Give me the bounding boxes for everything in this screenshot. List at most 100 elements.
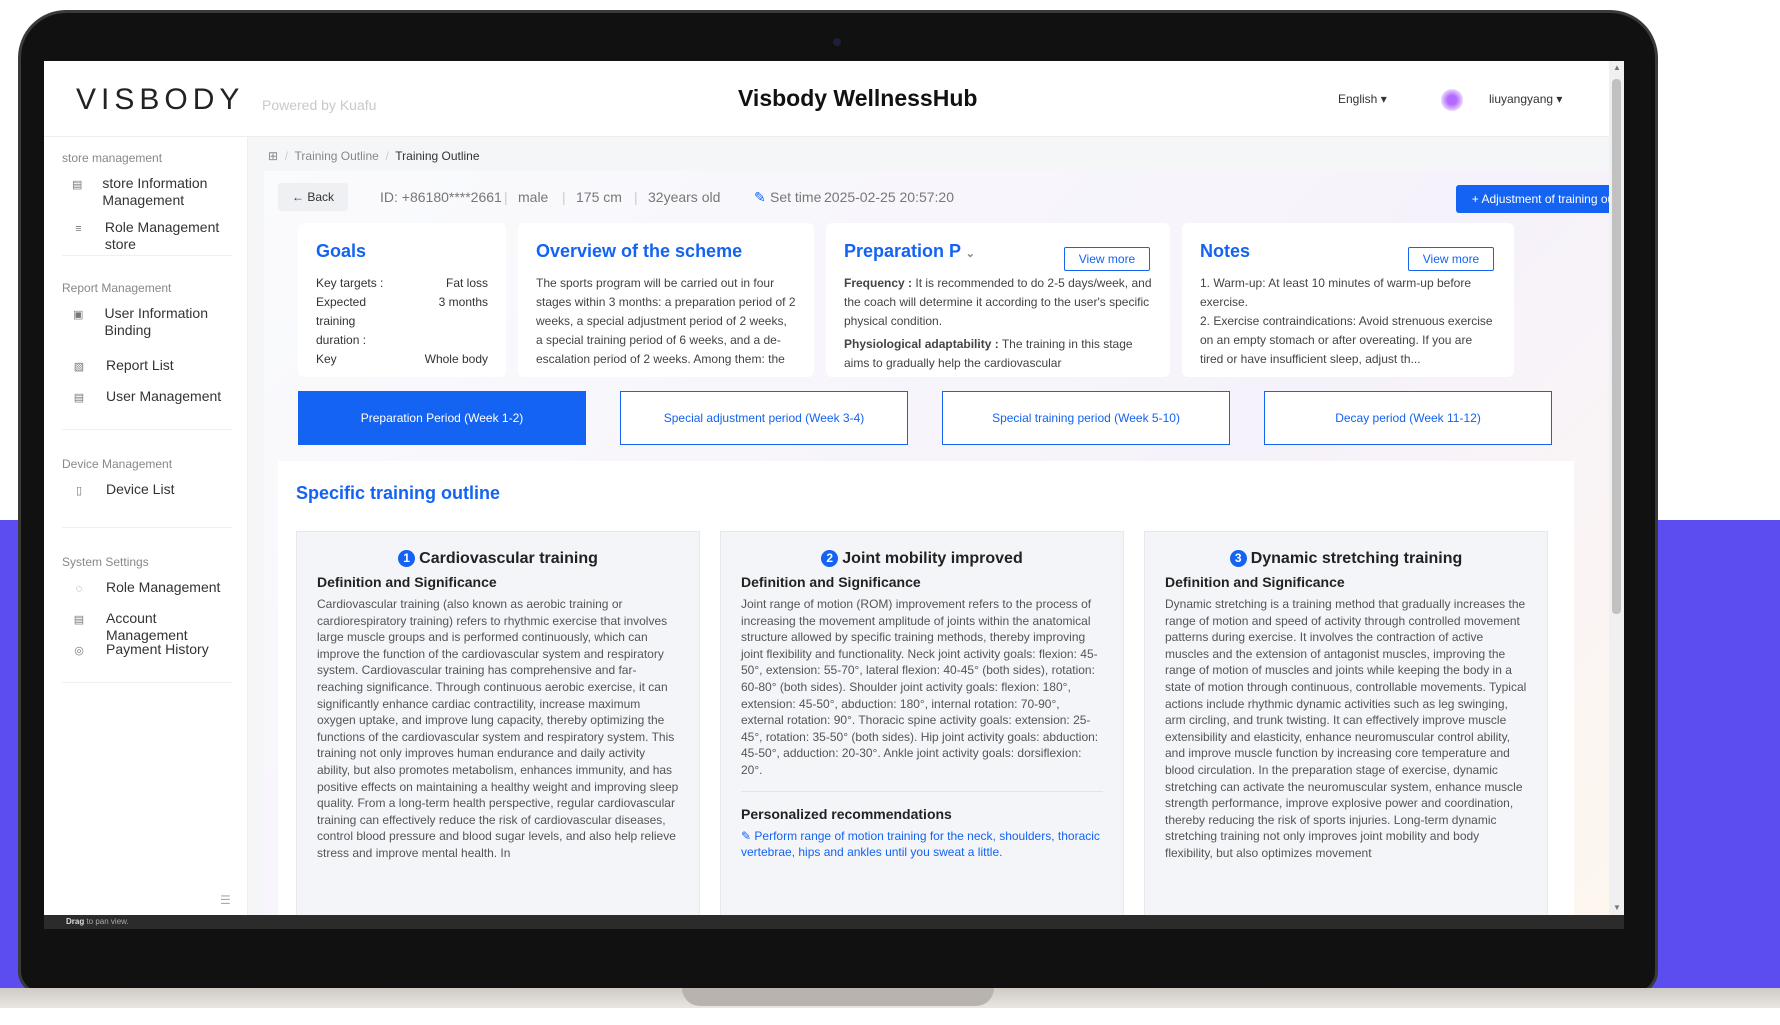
training-card-joint-mobility: 2 Joint mobility improved Definition and … [720, 531, 1124, 915]
sidebar-divider [62, 255, 232, 256]
sidebar-group-title: Report Management [62, 281, 172, 295]
main-content: ← Back ID: +86180****2661 | male | 175 c… [264, 171, 1624, 915]
training-card-cardiovascular: 1 Cardiovascular training Definition and … [296, 531, 700, 915]
definition-text: Joint range of motion (ROM) improvement … [741, 597, 1099, 777]
training-card-dynamic-stretching: 3 Dynamic stretching training Definition … [1144, 531, 1548, 915]
store-icon: ▤ [72, 179, 83, 191]
back-button[interactable]: ← Back [278, 183, 348, 211]
binding-icon: ▣ [73, 309, 84, 321]
powered-by: Powered by Kuafu [262, 97, 377, 113]
sidebar-item-label: Device List [106, 481, 175, 497]
overview-card: Overview of the scheme The sports progra… [518, 223, 814, 377]
sidebar-item-store-information[interactable]: ▤ store Information Management [72, 175, 242, 209]
definition-text: Cardiovascular training (also known as a… [317, 597, 679, 860]
overview-title: Overview of the scheme [536, 241, 743, 261]
training-card-title: 3 Dynamic stretching training [1165, 550, 1527, 568]
goal-key: Key [316, 352, 337, 366]
overview-text: The sports program will be carried out i… [536, 276, 796, 366]
goal-value: Whole body [424, 352, 488, 366]
goals-title: Goals [316, 241, 367, 261]
definition-heading: Definition and Significance [317, 574, 497, 590]
report-icon: ▧ [73, 361, 85, 373]
breadcrumb-parent[interactable]: Training Outline [295, 149, 379, 163]
collapse-sidebar-icon[interactable]: ☰ [220, 893, 231, 907]
adjust-training-outline-button[interactable]: + Adjustment of training outline [1456, 185, 1624, 213]
training-outline-section: Specific training outline 1 Cardiovascula… [278, 461, 1574, 915]
number-badge: 3 [1229, 550, 1247, 567]
breadcrumb-separator: / [284, 149, 289, 163]
tab-special-training-period[interactable]: Special training period (Week 5-10) [942, 391, 1230, 445]
chevron-down-icon[interactable]: ⌄ [966, 248, 975, 260]
sidebar-item-account-management[interactable]: ▤ Account Management [72, 610, 242, 644]
scrollbar-thumb[interactable] [1612, 79, 1621, 614]
number-badge: 2 [821, 550, 839, 567]
tab-preparation-period[interactable]: Preparation Period (Week 1-2) [298, 391, 586, 445]
sidebar-item-label: Report List [106, 357, 174, 373]
user-menu[interactable]: liuyangyang ▾ [1489, 92, 1562, 106]
sidebar-item-device-list[interactable]: ▯ Device List [72, 481, 242, 500]
training-card-title: 2 Joint mobility improved [741, 550, 1103, 568]
scroll-down-icon[interactable]: ▼ [1613, 903, 1621, 912]
laptop-notch [682, 988, 994, 1006]
role-icon: ≡ [75, 223, 82, 235]
sidebar-item-label: Payment History [106, 641, 209, 657]
app-header: VISBODY Powered by Kuafu Visbody Wellnes… [44, 61, 1609, 137]
view-more-button[interactable]: View more [1064, 247, 1150, 271]
app-title: Visbody WellnessHub [738, 85, 978, 111]
scroll-up-icon[interactable]: ▲ [1613, 63, 1621, 72]
physiological-text: Physiological adaptability : The trainin… [844, 335, 1152, 373]
user-id: ID: +86180****2661 [380, 189, 502, 205]
payment-icon: ◎ [74, 645, 84, 657]
logo[interactable]: VISBODY [76, 83, 244, 117]
vertical-scrollbar[interactable]: ▲ ▼ [1609, 61, 1624, 915]
goal-row: Expected training duration : 3 months [316, 293, 488, 350]
notes-line: 1. Warm-up: At least 10 minutes of warm-… [1200, 276, 1472, 309]
physiological-label: Physiological adaptability : [844, 337, 999, 351]
divider [741, 790, 1103, 792]
grid-icon[interactable]: ⊞ [268, 149, 278, 163]
tab-special-adjustment-period[interactable]: Special adjustment period (Week 3-4) [620, 391, 908, 445]
avatar[interactable] [1441, 89, 1463, 111]
status-text: to pan view. [84, 917, 129, 926]
divider: | [562, 189, 566, 205]
goals-card: Goals Key targets : Fat loss Expected tra… [298, 223, 506, 377]
sidebar-group-title: store management [62, 151, 163, 165]
sidebar-item-user-management[interactable]: ▤ User Management [72, 388, 242, 407]
sidebar-item-report-list[interactable]: ▧ Report List [72, 357, 242, 376]
sidebar-item-role-management[interactable]: ◌ Role Management [72, 579, 242, 598]
sidebar-item-payment-history[interactable]: ◎ Payment History [72, 641, 242, 660]
shield-icon: ◌ [75, 583, 83, 595]
training-card-title: 1 Cardiovascular training [317, 550, 679, 568]
sidebar-item-label: User Information Binding [104, 305, 208, 338]
definition-heading: Definition and Significance [1165, 574, 1345, 590]
tab-decay-period[interactable]: Decay period (Week 11-12) [1264, 391, 1552, 445]
divider: | [504, 189, 508, 205]
sidebar-group-title: Device Management [62, 457, 173, 471]
training-card-title-text: Joint mobility improved [842, 550, 1023, 567]
notes-line: 2. Exercise contraindications: Avoid str… [1200, 314, 1493, 366]
sidebar-group-title: System Settings [62, 555, 149, 569]
language-selector[interactable]: English ▾ [1338, 92, 1387, 106]
breadcrumb-current: Training Outline [395, 149, 480, 163]
sidebar-divider [62, 429, 232, 430]
sidebar-divider [62, 527, 232, 528]
outline-title: Specific training outline [296, 483, 501, 503]
user-icon: ▤ [73, 392, 85, 404]
user-info-bar: ← Back ID: +86180****2661 | male | 175 c… [278, 183, 1624, 213]
recommendations-heading: Personalized recommendations [741, 805, 952, 822]
sidebar-item-user-information-binding[interactable]: ▣ User Information Binding [72, 305, 242, 339]
goal-value: Fat loss [445, 276, 488, 290]
goal-row: Key targets : Fat loss [316, 274, 488, 293]
status-bar: Drag to pan view. [44, 915, 1624, 929]
recommendation-item: ✎ Perform range of motion training for t… [741, 828, 1103, 861]
user-age: 32years old [648, 189, 721, 205]
notes-card: Notes View more 1. Warm-up: At least 10 … [1182, 223, 1514, 377]
preparation-card: Preparation P ⌄ View more Frequency : It… [826, 223, 1170, 377]
sidebar: store management ▤ store Information Man… [44, 137, 248, 915]
view-more-button[interactable]: View more [1408, 247, 1494, 271]
screen: VISBODY Powered by Kuafu Visbody Wellnes… [44, 61, 1624, 915]
sidebar-item-role-management-store[interactable]: ≡ Role Management store [72, 219, 242, 253]
device-icon: ▯ [75, 485, 83, 497]
recommendation-text: Perform range of motion training for the… [741, 828, 1100, 860]
user-gender: male [518, 189, 549, 205]
